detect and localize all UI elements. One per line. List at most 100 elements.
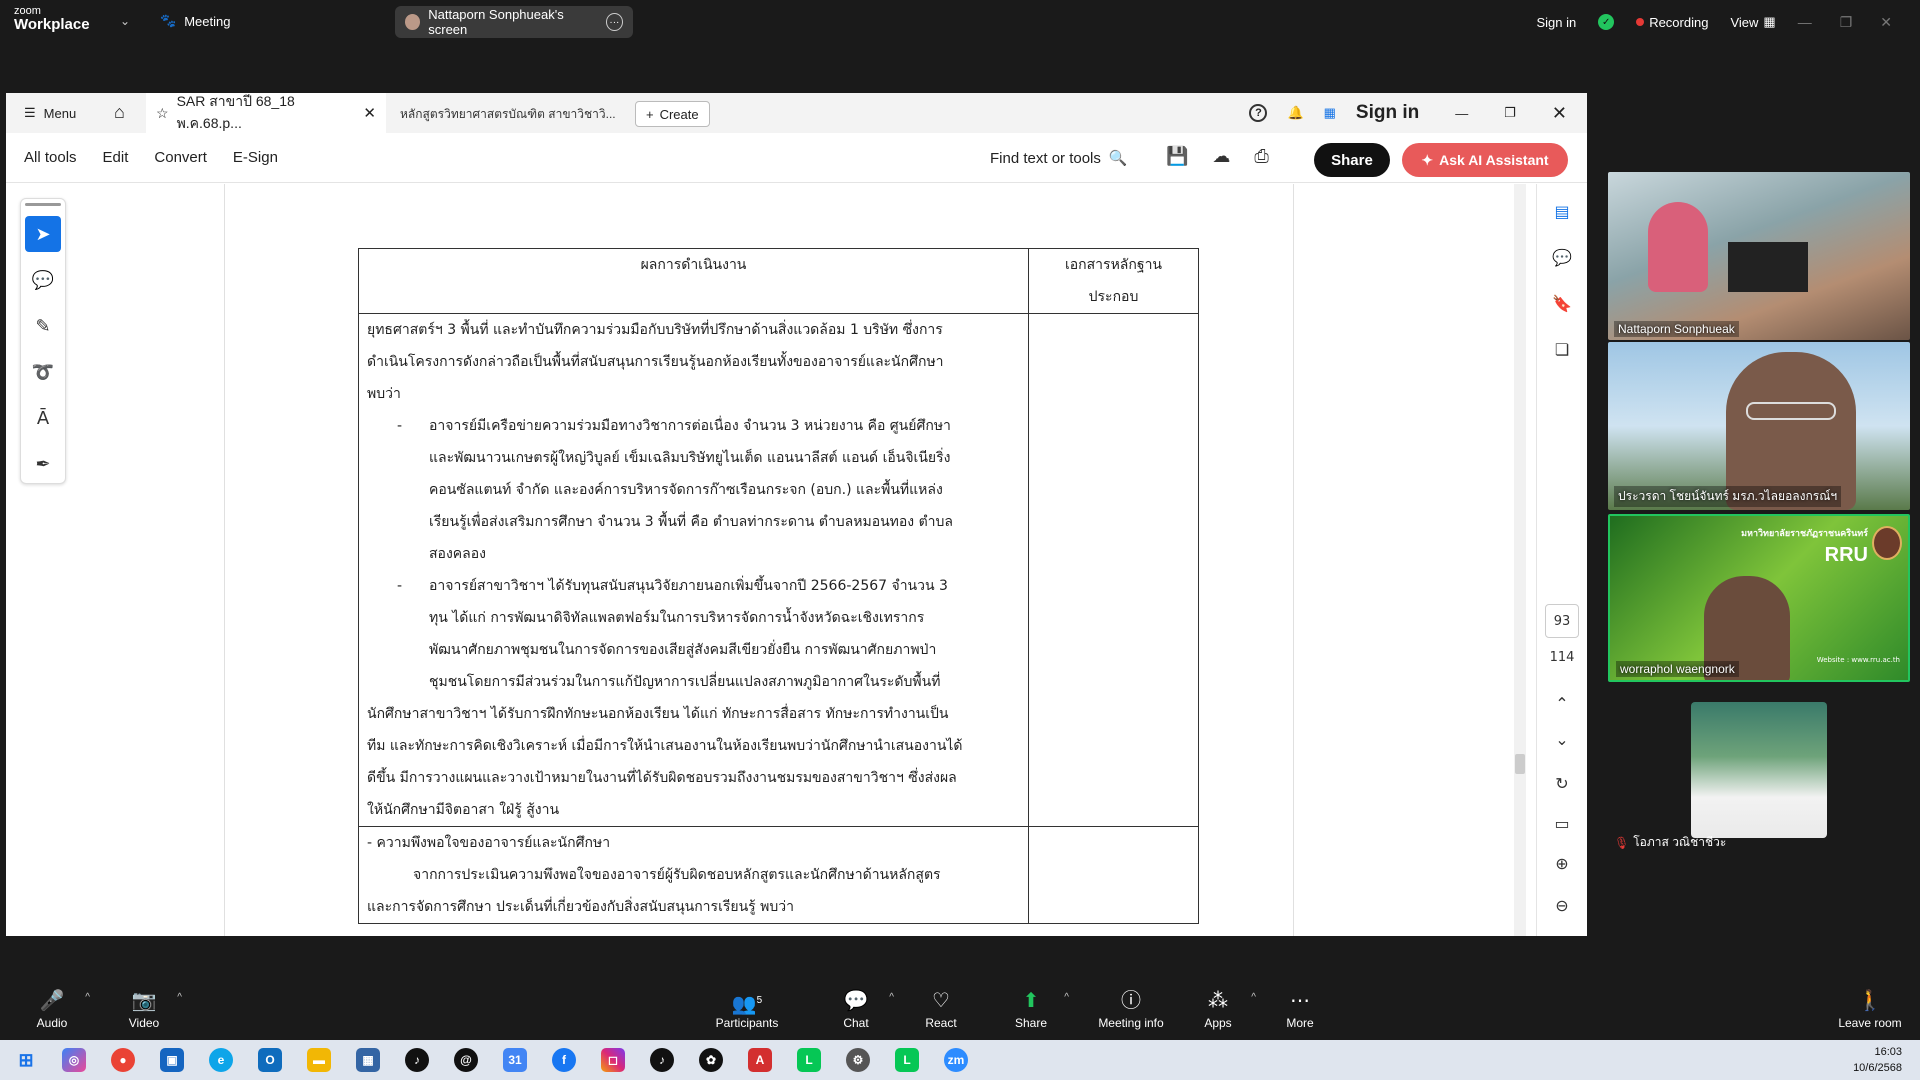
edit-pdf-icon[interactable]: ▤ <box>1547 196 1577 226</box>
vertical-scrollbar[interactable] <box>1514 184 1526 936</box>
bookmark-icon[interactable]: 🔖 <box>1547 288 1577 318</box>
outlook-icon[interactable]: O <box>258 1048 282 1072</box>
chevron-up-icon[interactable]: ^ <box>177 992 182 1003</box>
upload-cloud-icon[interactable]: ☁ <box>1212 146 1230 167</box>
all-tools-menu[interactable]: All tools <box>24 149 77 166</box>
settings-gear-icon[interactable]: ⚙ <box>846 1048 870 1072</box>
zoom-in-icon[interactable]: ⊕ <box>1547 848 1577 878</box>
video-tile[interactable]: Nattaporn Sonphueak <box>1608 172 1910 340</box>
chatgpt-icon[interactable]: ✿ <box>699 1048 723 1072</box>
close-icon[interactable]: ✕ <box>1552 103 1567 124</box>
react-button[interactable]: ♡ React <box>901 990 981 1030</box>
file-explorer-icon[interactable]: ▬ <box>307 1048 331 1072</box>
chevron-up-icon[interactable]: ⌃ <box>1547 688 1577 718</box>
chevron-up-icon[interactable]: ^ <box>1251 992 1256 1003</box>
audio-button[interactable]: 🎤 Audio ^ <box>12 990 92 1030</box>
menu-button[interactable]: ☰ Menu <box>24 105 76 121</box>
share-screen-button[interactable]: ⬆ Share ^ <box>991 990 1071 1030</box>
tiktok-icon[interactable]: ♪ <box>405 1048 429 1072</box>
apps-button[interactable]: ⁂ Apps ^ <box>1178 990 1258 1030</box>
pages-icon[interactable]: ❏ <box>1547 334 1577 364</box>
bell-icon[interactable]: 🔔 <box>1287 105 1303 121</box>
instagram-icon[interactable]: ◻ <box>601 1048 625 1072</box>
highlight-pen-icon[interactable]: ✎ <box>25 308 61 344</box>
chrome-icon[interactable]: ● <box>111 1048 135 1072</box>
document-viewport[interactable]: ➤ 💬 ✎ ➰ Ā ✒ ผลการดำเนินงาน เอกสารหลักฐาน… <box>6 184 1526 936</box>
line-icon[interactable]: L <box>895 1048 919 1072</box>
chevron-up-icon[interactable]: ^ <box>85 992 90 1003</box>
restore-window-icon[interactable]: ❐ <box>1840 14 1853 31</box>
system-clock[interactable]: 16:03 10/6/2568 <box>1853 1044 1902 1076</box>
home-icon[interactable]: ⌂ <box>114 102 125 123</box>
close-tab-icon[interactable]: ✕ <box>363 104 376 122</box>
print-icon[interactable]: ⎙ <box>1254 146 1268 167</box>
edge-icon[interactable]: e <box>209 1048 233 1072</box>
minimize-icon[interactable]: — <box>1455 106 1468 121</box>
chevron-up-icon[interactable]: ^ <box>1064 992 1069 1003</box>
convert-menu[interactable]: Convert <box>154 149 207 166</box>
threads-icon[interactable]: @ <box>454 1048 478 1072</box>
copilot-icon[interactable]: ◎ <box>62 1048 86 1072</box>
ai-assistant-button[interactable]: ✦ Ask AI Assistant <box>1402 143 1568 177</box>
draw-lasso-icon[interactable]: ➰ <box>25 354 61 390</box>
zoom-out-icon[interactable]: ⊖ <box>1547 890 1577 920</box>
screen-share-pill[interactable]: Nattaporn Sonphueak's screen ··· <box>395 6 633 38</box>
create-label: Create <box>659 106 699 122</box>
edit-menu[interactable]: Edit <box>103 149 129 166</box>
chat-button[interactable]: 💬 Chat ^ <box>816 990 896 1030</box>
recording-indicator[interactable]: Recording <box>1636 15 1708 30</box>
fit-page-icon[interactable]: ▭ <box>1547 808 1577 838</box>
meeting-label: Meeting <box>184 13 231 29</box>
save-icon[interactable]: 💾 <box>1166 146 1188 167</box>
participants-button[interactable]: 👥5 Participants <box>707 990 787 1030</box>
tiktok-icon[interactable]: ♪ <box>650 1048 674 1072</box>
create-button[interactable]: + Create <box>635 101 710 127</box>
rotate-icon[interactable]: ↻ <box>1547 768 1577 798</box>
tab-active-document[interactable]: ☆ SAR สาขาปี 68_18 พ.ค.68.p... ✕ <box>146 93 386 133</box>
close-window-icon[interactable]: ✕ <box>1880 14 1892 31</box>
restore-icon[interactable]: ❐ <box>1504 105 1516 121</box>
participants-icon: 👥5 <box>731 993 763 1016</box>
view-button[interactable]: View ▦ <box>1730 14 1775 30</box>
meeting-info-button[interactable]: ⓘ Meeting info <box>1088 990 1174 1030</box>
shield-icon[interactable]: ✓ <box>1598 14 1615 30</box>
video-tile[interactable]: 🎙 โอภาส วณิชาชีวะ <box>1608 686 1910 854</box>
video-tile[interactable]: ประวรดา โชยน์จันทร์ มรภ.วไลยอลงกรณ์ฯ <box>1608 342 1910 510</box>
meeting-menu[interactable]: 🐾 Meeting <box>160 13 230 29</box>
store-icon[interactable]: ▣ <box>160 1048 184 1072</box>
video-button[interactable]: 📷 Video ^ <box>104 990 184 1030</box>
find-tools[interactable]: Find text or tools 🔍 <box>990 149 1128 168</box>
acrobat-sign-in[interactable]: Sign in <box>1356 102 1419 124</box>
heart-icon: ♡ <box>932 990 950 1012</box>
zoom-app-icon[interactable]: zm <box>944 1048 968 1072</box>
text-box-icon[interactable]: Ā <box>25 400 61 436</box>
acrobat-icon[interactable]: A <box>748 1048 772 1072</box>
google-calendar-icon[interactable]: 31 <box>503 1048 527 1072</box>
minimize-window-icon[interactable]: — <box>1798 14 1812 30</box>
help-icon[interactable]: ? <box>1249 104 1268 122</box>
more-button[interactable]: ⋯ More <box>1260 990 1340 1030</box>
chevron-down-icon[interactable]: ⌄ <box>1547 724 1577 754</box>
sign-icon[interactable]: ✒ <box>25 446 61 482</box>
sign-in-link[interactable]: Sign in <box>1536 15 1576 30</box>
apps-grid-icon[interactable]: ▦ <box>1324 105 1336 121</box>
leave-room-button[interactable]: 🚶 Leave room <box>1830 990 1910 1030</box>
scrollbar-thumb[interactable] <box>1515 754 1525 774</box>
windows-start-icon[interactable]: ⊞ <box>14 1048 38 1072</box>
line-icon[interactable]: L <box>797 1048 821 1072</box>
page-number-input[interactable]: 93 <box>1545 604 1579 638</box>
chevron-down-icon[interactable]: ⌄ <box>120 14 130 28</box>
tab-second-document[interactable]: หลักสูตรวิทยาศาสตรบัณฑิต สาขาวิชาวิ... <box>400 105 616 124</box>
esign-menu[interactable]: E-Sign <box>233 149 278 166</box>
select-cursor-icon[interactable]: ➤ <box>25 216 61 252</box>
comment-panel-icon[interactable]: 💬 <box>1547 242 1577 272</box>
comment-icon[interactable]: 💬 <box>25 262 61 298</box>
toolbar-handle[interactable] <box>25 203 61 206</box>
video-tile-active-speaker[interactable]: มหาวิทยาลัยราชภัฏราชนครินทร์ RRU Website… <box>1608 514 1910 682</box>
facebook-icon[interactable]: f <box>552 1048 576 1072</box>
chevron-up-icon[interactable]: ^ <box>889 992 894 1003</box>
more-options-icon[interactable]: ··· <box>605 13 624 31</box>
star-icon[interactable]: ☆ <box>156 105 169 122</box>
calendar-grid-icon[interactable]: ▦ <box>356 1048 380 1072</box>
share-button[interactable]: Share <box>1314 143 1390 177</box>
